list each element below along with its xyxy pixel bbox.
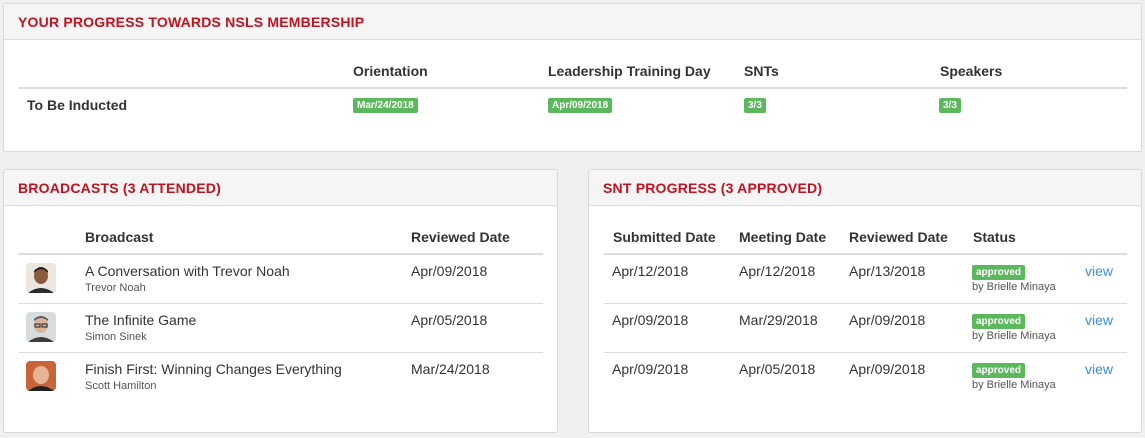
column-header-reviewed-date: Reviewed Date xyxy=(849,229,948,245)
snt-reviewed-date: Apr/09/2018 xyxy=(849,312,926,328)
snt-meeting-date: Apr/12/2018 xyxy=(739,263,816,279)
column-header-broadcast: Broadcast xyxy=(85,229,154,245)
snt-meeting-date: Apr/05/2018 xyxy=(739,361,816,377)
status-badge-approved: approved xyxy=(972,265,1026,280)
row-divider xyxy=(604,303,1127,304)
membership-progress-panel: YOUR PROGRESS TOWARDS NSLS MEMBERSHIP Or… xyxy=(3,3,1142,152)
divider xyxy=(19,87,1127,89)
broadcast-reviewed-date: Apr/05/2018 xyxy=(411,312,488,328)
row-divider xyxy=(19,303,543,304)
divider xyxy=(604,253,1127,255)
snt-reviewed-date: Apr/09/2018 xyxy=(849,361,926,377)
panel-header: YOUR PROGRESS TOWARDS NSLS MEMBERSHIP xyxy=(4,4,1141,40)
snts-count-badge: 3/3 xyxy=(744,98,766,113)
broadcast-title[interactable]: A Conversation with Trevor Noah xyxy=(85,263,290,279)
leadership-day-date-badge: Apr/09/2018 xyxy=(548,98,613,113)
broadcast-speaker: Simon Sinek xyxy=(85,331,147,343)
reviewer-name: by Brielle Minaya xyxy=(972,379,1056,391)
avatar-simon-sinek xyxy=(26,312,56,342)
broadcast-title[interactable]: The Infinite Game xyxy=(85,312,196,328)
column-header-leadership-training-day: Leadership Training Day xyxy=(548,63,711,79)
column-header-meeting-date: Meeting Date xyxy=(739,229,827,245)
snt-submitted-date: Apr/12/2018 xyxy=(612,263,689,279)
snt-submitted-date: Apr/09/2018 xyxy=(612,312,689,328)
column-header-reviewed-date: Reviewed Date xyxy=(411,229,510,245)
speakers-count-badge: 3/3 xyxy=(939,98,961,113)
panel-header: BROADCASTS (3 ATTENDED) xyxy=(4,170,557,206)
reviewer-name: by Brielle Minaya xyxy=(972,281,1056,293)
reviewer-name: by Brielle Minaya xyxy=(972,330,1056,342)
broadcasts-panel: BROADCASTS (3 ATTENDED) Broadcast Review… xyxy=(3,169,558,433)
panel-header: SNT PROGRESS (3 APPROVED) xyxy=(589,170,1141,206)
row-divider xyxy=(19,352,543,353)
snt-progress-panel: SNT PROGRESS (3 APPROVED) Submitted Date… xyxy=(588,169,1142,433)
panel-title: SNT PROGRESS (3 APPROVED) xyxy=(603,179,823,196)
broadcast-speaker: Scott Hamilton xyxy=(85,380,157,392)
broadcast-title[interactable]: Finish First: Winning Changes Everything xyxy=(85,361,342,377)
broadcast-reviewed-date: Apr/09/2018 xyxy=(411,263,488,279)
snt-meeting-date: Mar/29/2018 xyxy=(739,312,818,328)
view-link[interactable]: view xyxy=(1085,361,1113,377)
panel-title: YOUR PROGRESS TOWARDS NSLS MEMBERSHIP xyxy=(18,13,365,30)
view-link[interactable]: view xyxy=(1085,263,1113,279)
row-divider xyxy=(604,352,1127,353)
orientation-date-badge: Mar/24/2018 xyxy=(353,98,418,113)
snt-submitted-date: Apr/09/2018 xyxy=(612,361,689,377)
status-badge-approved: approved xyxy=(972,363,1026,378)
snt-reviewed-date: Apr/13/2018 xyxy=(849,263,926,279)
panel-title: BROADCASTS (3 ATTENDED) xyxy=(18,179,221,196)
row-label: To Be Inducted xyxy=(27,97,128,113)
avatar-scott-hamilton xyxy=(26,361,56,391)
broadcast-speaker: Trevor Noah xyxy=(85,282,146,294)
column-header-snts: SNTs xyxy=(744,63,779,79)
column-header-speakers: Speakers xyxy=(940,63,1003,79)
divider xyxy=(19,253,543,255)
avatar-trevor-noah xyxy=(26,263,56,293)
column-header-status: Status xyxy=(973,229,1016,245)
status-badge-approved: approved xyxy=(972,314,1026,329)
view-link[interactable]: view xyxy=(1085,312,1113,328)
broadcast-reviewed-date: Mar/24/2018 xyxy=(411,361,490,377)
column-header-submitted-date: Submitted Date xyxy=(613,229,716,245)
column-header-orientation: Orientation xyxy=(353,63,428,79)
